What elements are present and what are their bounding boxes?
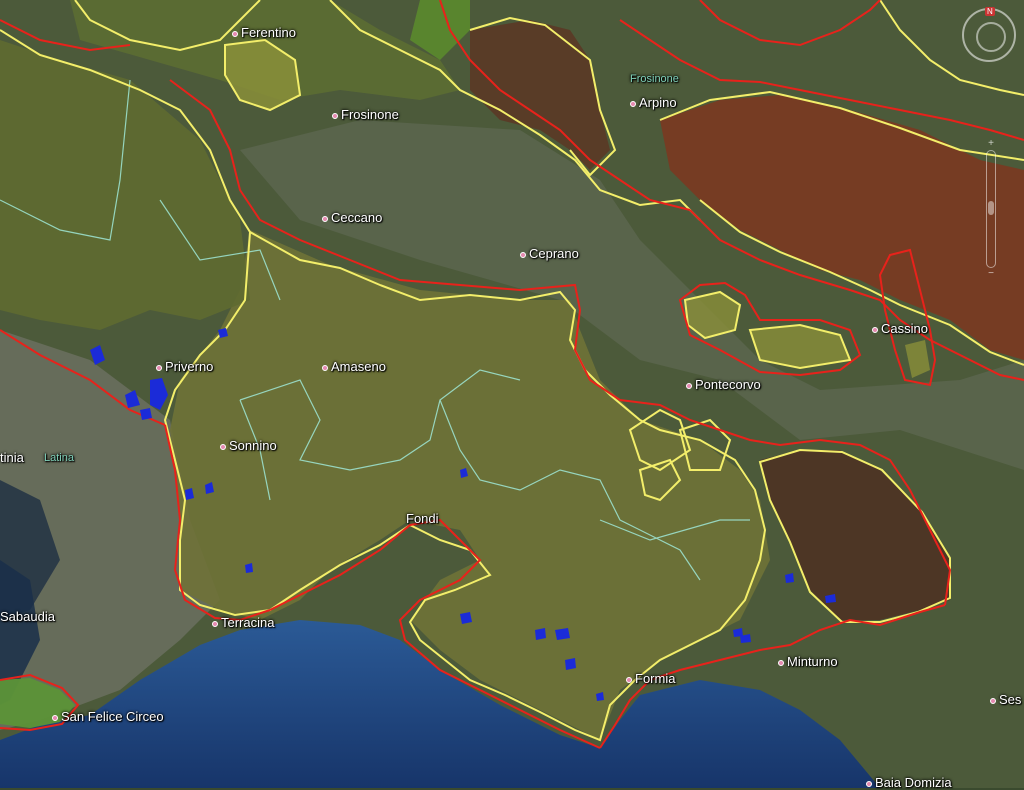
- place-pontecorvo[interactable]: Pontecorvo: [686, 378, 761, 392]
- place-marker-icon: [630, 100, 636, 107]
- map-canvas: [0, 0, 1024, 788]
- place-marker-icon: [990, 697, 996, 704]
- place-marker-icon: [872, 326, 878, 333]
- place-terracina[interactable]: Terracina: [212, 616, 274, 630]
- zoom-slider-thumb[interactable]: [988, 201, 994, 215]
- place-formia[interactable]: Formia: [626, 672, 675, 686]
- place-marker-icon: [156, 364, 162, 371]
- zoom-out-button[interactable]: −: [986, 269, 996, 279]
- zoom-slider[interactable]: + −: [986, 139, 996, 279]
- zoom-in-button[interactable]: +: [986, 139, 996, 149]
- place-priverno[interactable]: Priverno: [156, 360, 213, 374]
- place-arpino[interactable]: Arpino: [630, 96, 677, 110]
- place-marker-icon: [332, 112, 338, 119]
- place-marker-icon: [778, 659, 784, 666]
- place-marker-icon: [686, 382, 692, 389]
- place-sabaudia[interactable]: Sabaudia: [0, 610, 55, 624]
- region-frosinone: Frosinone: [630, 73, 679, 85]
- place-san-felice-circeo[interactable]: San Felice Circeo: [52, 710, 164, 724]
- place-marker-icon: [322, 215, 328, 222]
- place-ceccano[interactable]: Ceccano: [322, 211, 382, 225]
- map-viewport[interactable]: Ferentino Frosinone Frosinone Arpino Cec…: [0, 0, 1024, 790]
- place-fondi[interactable]: Fondi: [406, 512, 439, 526]
- place-sonnino[interactable]: Sonnino: [220, 439, 277, 453]
- place-frosinone[interactable]: Frosinone: [332, 108, 399, 122]
- place-latina-partial[interactable]: tinia: [0, 451, 24, 465]
- place-marker-icon: [520, 251, 526, 258]
- place-marker-icon: [52, 714, 58, 721]
- place-ceprano[interactable]: Ceprano: [520, 247, 579, 261]
- look-joystick[interactable]: [976, 22, 1006, 52]
- place-marker-icon: [866, 780, 872, 787]
- region-latina: Latina: [44, 452, 74, 464]
- place-marker-icon: [626, 676, 632, 683]
- place-marker-icon: [322, 364, 328, 371]
- place-ferentino[interactable]: Ferentino: [232, 26, 296, 40]
- place-marker-icon: [212, 620, 218, 627]
- place-amaseno[interactable]: Amaseno: [322, 360, 386, 374]
- place-cassino[interactable]: Cassino: [872, 322, 928, 336]
- place-sessa-partial[interactable]: Ses: [990, 693, 1021, 707]
- place-minturno[interactable]: Minturno: [778, 655, 838, 669]
- place-marker-icon: [232, 30, 238, 37]
- compass-icon[interactable]: N: [962, 7, 1016, 62]
- place-marker-icon: [220, 443, 226, 450]
- north-indicator[interactable]: N: [985, 7, 995, 16]
